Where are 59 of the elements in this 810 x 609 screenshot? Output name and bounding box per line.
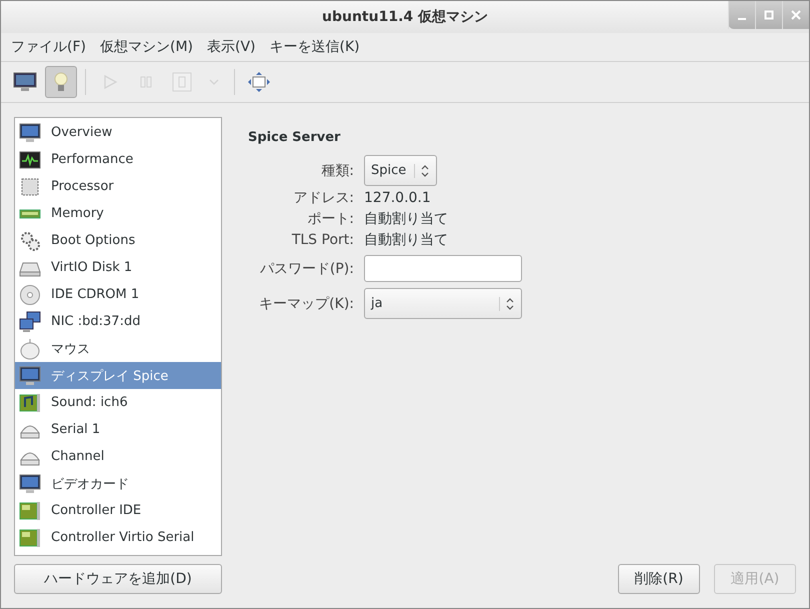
password-field[interactable] bbox=[364, 255, 522, 282]
menu-item[interactable]: 表示(V) bbox=[207, 38, 256, 56]
field-label: 種類: bbox=[320, 162, 354, 180]
menu-item[interactable]: 仮想マシン(M) bbox=[100, 38, 193, 56]
fullscreen-icon bbox=[247, 71, 271, 93]
close-icon bbox=[791, 10, 801, 20]
monitor-icon bbox=[19, 122, 41, 144]
monitor-icon bbox=[19, 364, 41, 386]
mouse-icon bbox=[19, 338, 41, 360]
sidebar-item[interactable]: Controller IDE bbox=[15, 497, 221, 524]
field-value: 自動割り当て bbox=[364, 231, 448, 249]
gears-icon bbox=[19, 230, 41, 252]
sidebar-item[interactable]: ビデオカード bbox=[15, 470, 221, 497]
field-label: パスワード(P): bbox=[258, 260, 354, 278]
monitor-icon bbox=[13, 72, 37, 92]
sound-card-icon bbox=[19, 392, 41, 414]
card-icon bbox=[19, 500, 41, 522]
chart-icon bbox=[19, 148, 41, 170]
sidebar-item[interactable]: Controller Virtio Serial bbox=[15, 524, 221, 551]
type-dropdown[interactable]: Spice bbox=[364, 155, 438, 186]
sidebar-item[interactable]: Memory bbox=[15, 200, 221, 227]
sidebar-item[interactable]: マウス bbox=[15, 335, 221, 362]
chip-icon bbox=[19, 176, 41, 198]
add-hardware-button[interactable]: ハードウェアを追加(D) bbox=[14, 564, 222, 594]
card-icon bbox=[19, 526, 41, 548]
updown-icon bbox=[414, 164, 430, 178]
sidebar-item[interactable]: Overview bbox=[15, 119, 221, 146]
maximize-icon bbox=[764, 10, 774, 20]
field-label: アドレス: bbox=[292, 189, 354, 207]
updown-icon bbox=[499, 296, 515, 310]
section-heading: Spice Server bbox=[248, 130, 342, 145]
sidebar-item[interactable]: Sound: ich6 bbox=[15, 389, 221, 416]
monitor-icon bbox=[19, 472, 41, 494]
lightbulb-icon bbox=[52, 71, 70, 93]
disc-icon bbox=[19, 284, 41, 306]
remove-button[interactable]: 削除(R) bbox=[618, 564, 700, 594]
sidebar-item[interactable]: Processor bbox=[15, 173, 221, 200]
field-label: キーマップ(K): bbox=[258, 294, 354, 312]
play-icon bbox=[102, 74, 118, 90]
sidebar-item[interactable]: NIC :bd:37:dd bbox=[15, 308, 221, 335]
sidebar-item[interactable]: Channel bbox=[15, 443, 221, 470]
sidebar-item[interactable]: VirtIO Disk 1 bbox=[15, 254, 221, 281]
keymap-dropdown[interactable]: ja bbox=[364, 288, 522, 319]
field-value: 自動割り当て bbox=[364, 210, 448, 228]
minimize-icon bbox=[738, 18, 746, 20]
sidebar-item[interactable]: Boot Options bbox=[15, 227, 221, 254]
sidebar-item[interactable]: Performance bbox=[15, 146, 221, 173]
power-icon bbox=[172, 72, 192, 92]
field-value: 127.0.0.1 bbox=[364, 190, 431, 206]
caret-icon bbox=[208, 77, 220, 87]
sidebar-item[interactable]: Serial 1 bbox=[15, 416, 221, 443]
field-label: TLS Port: bbox=[290, 232, 354, 248]
sidebar-item[interactable]: IDE CDROM 1 bbox=[15, 281, 221, 308]
pause-icon bbox=[138, 74, 154, 90]
field-label: ポート: bbox=[306, 210, 354, 228]
menu-item[interactable]: キーを送信(K) bbox=[270, 38, 360, 56]
window-title: ubuntu11.4 仮想マシン bbox=[322, 8, 488, 26]
network-icon bbox=[19, 310, 41, 332]
menu-item[interactable]: ファイル(F) bbox=[11, 38, 86, 56]
